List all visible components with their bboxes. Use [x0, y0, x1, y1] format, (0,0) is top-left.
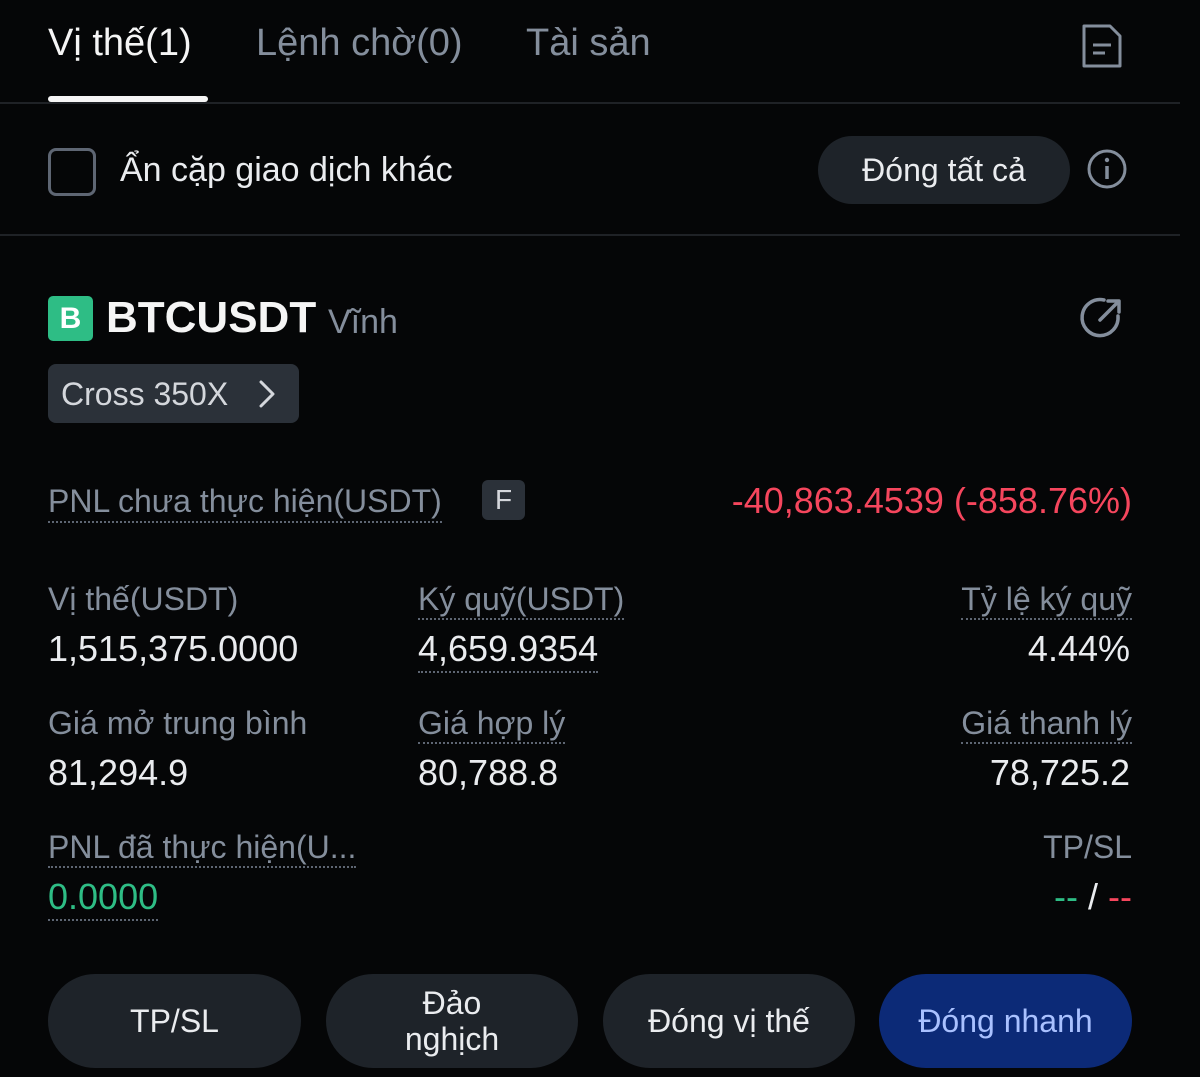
tpsl-label: TP/SL — [1043, 829, 1132, 865]
close-position-button-label: Đóng vị thế — [648, 1003, 810, 1039]
margin-ratio-value: 4.44% — [1027, 628, 1130, 669]
tpsl-button-label: TP/SL — [130, 1003, 219, 1039]
margin-label[interactable]: Ký quỹ(USDT) — [418, 580, 625, 620]
info-icon[interactable] — [1086, 148, 1128, 190]
margin-value[interactable]: 4,659.9354 — [418, 627, 599, 673]
tpsl-button[interactable]: TP/SL — [48, 974, 301, 1068]
long-side-badge: B — [48, 296, 93, 341]
hide-other-pairs-label[interactable]: Ẩn cặp giao dịch khác — [120, 150, 453, 190]
close-position-button[interactable]: Đóng vị thế — [603, 974, 855, 1068]
quick-close-button[interactable]: Đóng nhanh — [879, 974, 1132, 1068]
symbol-name[interactable]: BTCUSDT — [106, 292, 316, 344]
fee-badge[interactable]: F — [482, 480, 525, 520]
active-tab-indicator — [48, 96, 208, 102]
chevron-right-icon — [259, 380, 275, 408]
liquidation-price-value: 78,725.2 — [989, 752, 1130, 793]
reverse-button-label-line2: nghịch — [404, 1021, 500, 1057]
tpsl-value[interactable]: -- / -- — [1054, 875, 1132, 919]
hide-other-pairs-checkbox[interactable] — [48, 148, 96, 196]
quick-close-button-label: Đóng nhanh — [918, 1003, 1093, 1039]
tab-assets[interactable]: Tài sản — [526, 20, 651, 66]
unrealized-pnl-label[interactable]: PNL chưa thực hiện(USDT) — [48, 481, 442, 523]
position-size-label: Vị thế(USDT) — [48, 581, 239, 617]
margin-mode-label: Cross 350X — [61, 376, 229, 412]
realized-pnl-value[interactable]: 0.0000 — [48, 875, 159, 921]
mark-price-value: 80,788.8 — [418, 752, 559, 793]
mark-price-label[interactable]: Giá hợp lý — [418, 704, 566, 744]
contract-type-label: Vĩnh — [328, 303, 398, 341]
realized-pnl-label[interactable]: PNL đã thực hiện(U... — [48, 828, 357, 868]
tab-positions[interactable]: Vị thế(1) — [48, 20, 192, 66]
tab-bar: Vị thế(1) Lệnh chờ(0) Tài sản — [0, 0, 1180, 104]
reverse-position-button[interactable]: Đảo nghịch — [326, 974, 578, 1068]
reverse-button-label-line1: Đảo — [422, 985, 482, 1021]
take-profit-value: -- — [1053, 876, 1078, 917]
entry-price-value: 81,294.9 — [48, 752, 189, 793]
close-all-button[interactable]: Đóng tất cả — [818, 136, 1070, 204]
tab-open-orders[interactable]: Lệnh chờ(0) — [256, 20, 463, 66]
margin-ratio-label[interactable]: Tỷ lệ ký quỹ — [961, 580, 1132, 620]
tpsl-separator: / — [1087, 876, 1098, 917]
unrealized-pnl-value: -40,863.4539 (-858.76%) — [731, 480, 1132, 521]
stop-loss-value: -- — [1108, 876, 1132, 917]
liquidation-price-label[interactable]: Giá thanh lý — [961, 704, 1132, 744]
document-icon[interactable] — [1080, 22, 1124, 70]
share-icon[interactable] — [1078, 294, 1126, 342]
filter-row: Ẩn cặp giao dịch khác Đóng tất cả — [0, 104, 1180, 236]
entry-price-label: Giá mở trung bình — [48, 705, 308, 741]
position-size-value: 1,515,375.0000 — [48, 628, 299, 669]
